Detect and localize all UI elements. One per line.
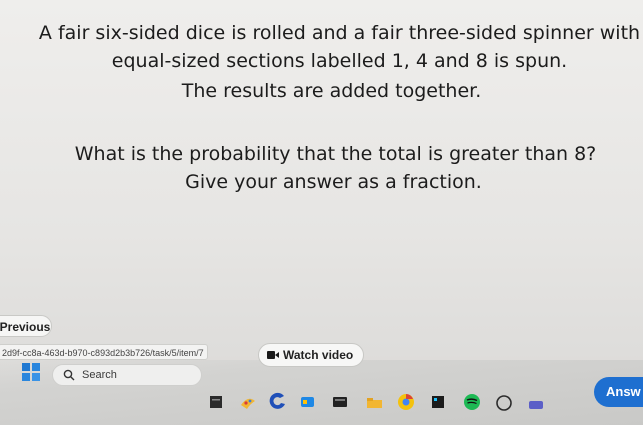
- answer-button[interactable]: Answ: [594, 377, 643, 407]
- spotify-icon[interactable]: [462, 392, 482, 412]
- teams-icon[interactable]: [526, 392, 546, 412]
- search-label: Search: [82, 369, 117, 381]
- page: A fair six-sided dice is rolled and a fa…: [0, 0, 643, 425]
- watch-video-label: Watch video: [283, 348, 354, 362]
- news-icon[interactable]: [330, 392, 350, 412]
- question-text-line-1: A fair six-sided dice is rolled and a fa…: [38, 22, 641, 44]
- watch-video-button[interactable]: Watch video: [258, 343, 364, 367]
- question-prompt-line-1: What is the probability that the total i…: [74, 143, 597, 165]
- search-icon: [63, 369, 75, 381]
- previous-button[interactable]: Previous: [0, 315, 52, 337]
- chat-icon[interactable]: [494, 392, 514, 412]
- windows-start-icon[interactable]: [22, 363, 40, 381]
- store-icon[interactable]: [298, 392, 318, 412]
- taskbar-search-box[interactable]: Search: [52, 364, 202, 386]
- file-explorer-icon[interactable]: [208, 392, 228, 412]
- video-camera-icon: [267, 351, 279, 359]
- paint-icon[interactable]: [238, 392, 258, 412]
- chrome-alt-icon[interactable]: [396, 392, 416, 412]
- question-text-line-3: The results are added together.: [181, 80, 482, 102]
- question-panel: A fair six-sided dice is rolled and a fa…: [0, 0, 643, 210]
- chrome-icon[interactable]: [268, 392, 288, 412]
- browser-url-bar[interactable]: 2d9f-cc8a-463d-b970-c893d2b3b726/task/5/…: [0, 344, 208, 360]
- question-text-line-2: equal-sized sections labelled 1, 4 and 8…: [111, 50, 568, 72]
- question-prompt-line-2: Give your answer as a fraction.: [185, 171, 482, 193]
- folder-icon[interactable]: [364, 392, 384, 412]
- calculator-icon[interactable]: [428, 392, 448, 412]
